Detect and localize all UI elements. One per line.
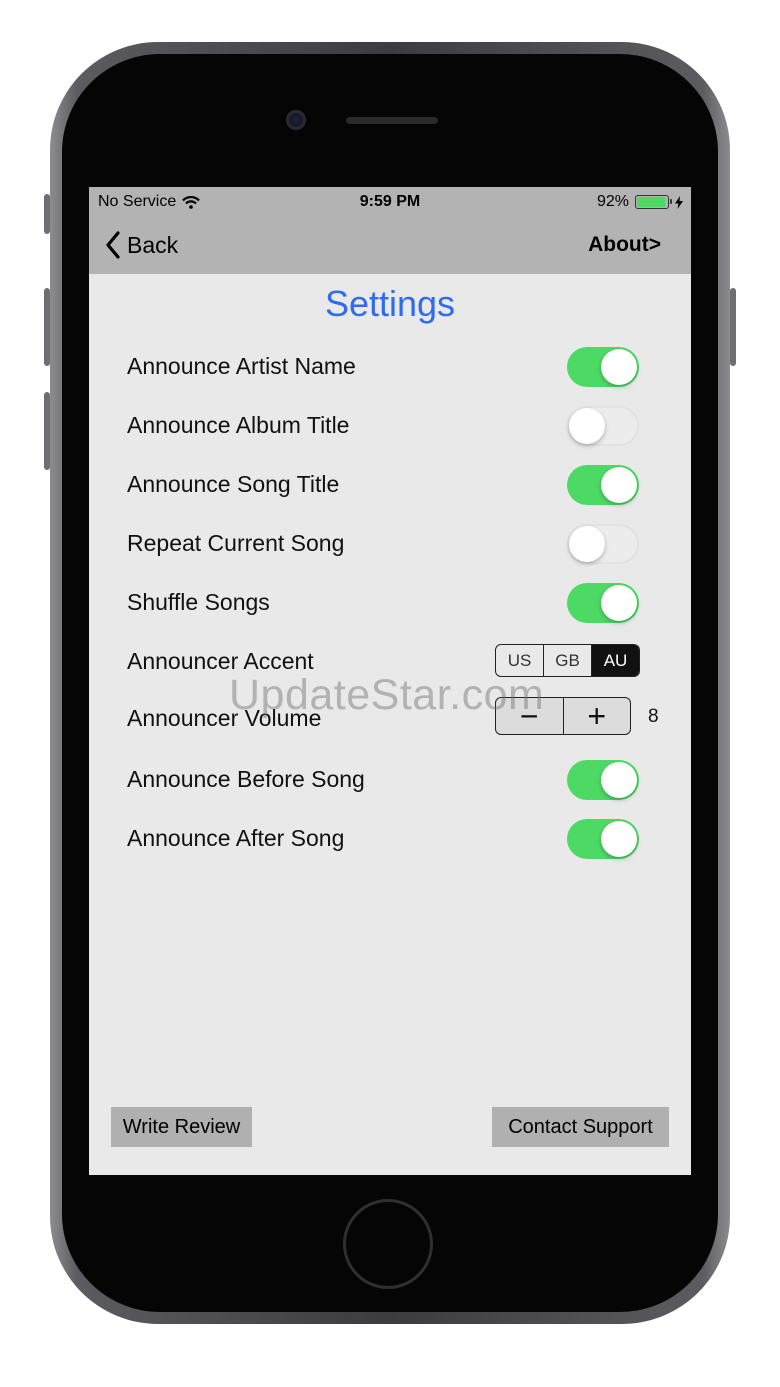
- setting-row-artist-name: Announce Artist Name: [127, 347, 667, 387]
- status-bar: No Service 9:59 PM 92%: [89, 187, 691, 217]
- home-button[interactable]: [343, 1199, 433, 1289]
- setting-row-repeat-song: Repeat Current Song: [127, 524, 667, 564]
- volume-value: 8: [648, 706, 659, 727]
- accent-option[interactable]: GB: [544, 645, 592, 676]
- toggle-knob: [601, 467, 637, 503]
- toggle-switch[interactable]: [567, 583, 639, 623]
- page-title: Settings: [324, 283, 456, 324]
- battery-level: [637, 197, 665, 207]
- setting-row-before-song: Announce Before Song: [127, 760, 667, 800]
- setting-label: Announce Album Title: [127, 412, 350, 438]
- setting-label: Announce Before Song: [127, 766, 365, 792]
- toggle-knob: [569, 526, 605, 562]
- toggle-switch[interactable]: [567, 524, 639, 564]
- toggle-knob: [569, 408, 605, 444]
- back-button[interactable]: Back: [105, 231, 178, 259]
- setting-label: Announce After Song: [127, 825, 345, 851]
- setting-row-song-title: Announce Song Title: [127, 465, 667, 505]
- about-button[interactable]: About>: [588, 233, 661, 257]
- battery-icon: [635, 195, 672, 209]
- setting-row-after-song: Announce After Song: [127, 819, 667, 859]
- toggle-switch[interactable]: [567, 347, 639, 387]
- chevron-left-icon: [106, 231, 120, 259]
- toggle-switch[interactable]: [567, 819, 639, 859]
- earpiece-speaker: [346, 117, 438, 124]
- mute-switch: [44, 194, 50, 234]
- watermark-text: UpdateStar.com: [229, 671, 545, 719]
- battery-percent: 92%: [596, 193, 629, 210]
- volume-down-button: [44, 392, 50, 470]
- power-button: [730, 288, 736, 366]
- contact-support-button[interactable]: Contact Support: [492, 1107, 669, 1147]
- status-right: 92%: [597, 193, 683, 211]
- toggle-switch[interactable]: [567, 760, 639, 800]
- toggle-knob: [601, 762, 637, 798]
- write-review-button[interactable]: Write Review: [111, 1107, 252, 1147]
- accent-option[interactable]: AU: [592, 645, 639, 676]
- setting-label: Announce Song Title: [127, 471, 340, 497]
- volume-increment-button[interactable]: +: [562, 698, 631, 734]
- bolt-icon: [675, 195, 683, 209]
- toggle-switch[interactable]: [567, 406, 639, 446]
- toggle-knob: [601, 585, 637, 621]
- setting-row-album-title: Announce Album Title: [127, 406, 667, 446]
- nav-bar: Back About>: [89, 217, 691, 274]
- front-camera: [286, 110, 306, 130]
- toggle-knob: [601, 349, 637, 385]
- setting-label: Announce Artist Name: [127, 353, 356, 379]
- toggle-switch[interactable]: [567, 465, 639, 505]
- toggle-knob: [601, 821, 637, 857]
- volume-up-button: [44, 288, 50, 366]
- back-label: Back: [127, 231, 179, 258]
- setting-label: Repeat Current Song: [127, 530, 345, 556]
- setting-label: Shuffle Songs: [127, 589, 270, 615]
- setting-row-shuffle: Shuffle Songs: [127, 583, 667, 623]
